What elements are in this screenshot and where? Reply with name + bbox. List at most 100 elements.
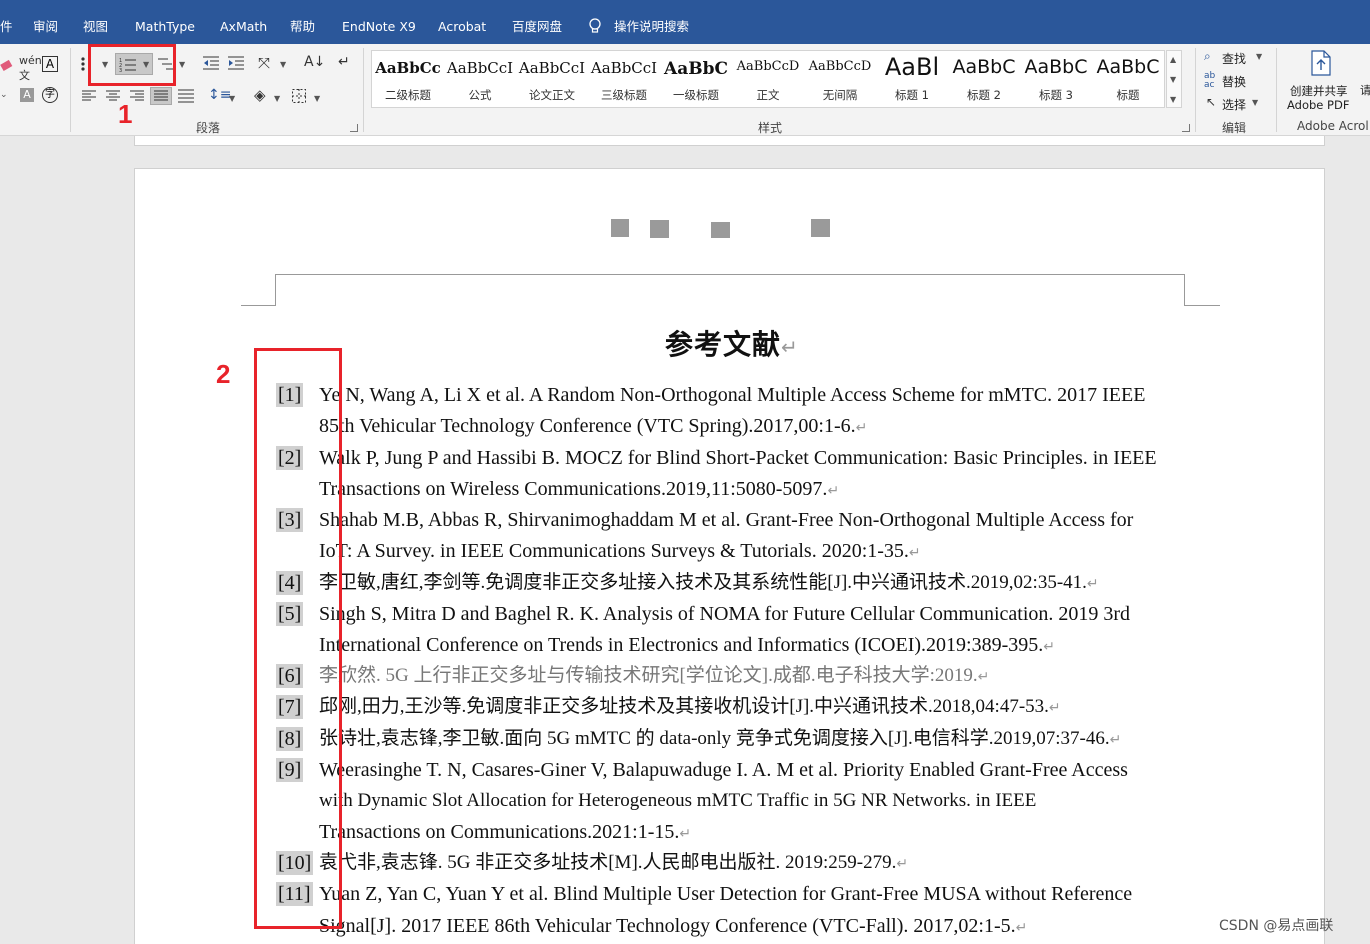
- style-item[interactable]: AaBbCcI 公式: [444, 51, 516, 107]
- pdf-share-icon: [1311, 50, 1331, 76]
- styles-launcher-icon[interactable]: [1182, 124, 1190, 132]
- menu-view[interactable]: 视图: [83, 19, 108, 35]
- ref-line: Walk P, Jung P and Hassibi B. MOCZ for B…: [319, 447, 1157, 469]
- search-icon: ⌕: [1204, 49, 1211, 63]
- adobe-group-label: Adobe Acrol: [1297, 119, 1369, 133]
- show-marks-icon[interactable]: ↵: [338, 54, 350, 70]
- ref-line: 邱刚,田力,王沙等.免调度非正交多址技术及其接收机设计[J].中兴通讯技术.20…: [319, 696, 1061, 717]
- menu-review[interactable]: 审阅: [33, 19, 58, 35]
- phonetic-guide-icon[interactable]: wén 文: [19, 54, 42, 83]
- adobe-button-line1: 创建并共享: [1290, 84, 1348, 98]
- multilevel-dropdown-icon[interactable]: ▼: [179, 60, 185, 69]
- ref-line: Transactions on Wireless Communications.…: [319, 478, 840, 500]
- cursor-arrow-icon: ↖: [1206, 95, 1217, 109]
- replace-icon: ab ac: [1204, 71, 1216, 90]
- shading-bucket-icon[interactable]: ◈: [254, 86, 266, 104]
- char-border-icon[interactable]: A: [42, 56, 58, 72]
- ref-line: Yuan Z, Yan C, Yuan Y et al. Blind Multi…: [319, 883, 1133, 905]
- style-item[interactable]: AaBbCcD 无间隔: [804, 51, 876, 107]
- increase-indent-icon[interactable]: [228, 56, 244, 70]
- previous-page-edge: [134, 136, 1325, 146]
- sort-icon[interactable]: A↓: [304, 54, 325, 70]
- header-line: [1184, 274, 1185, 306]
- style-item[interactable]: AaBbCcI 三级标题: [588, 51, 660, 107]
- style-item[interactable]: AaBbC 标题: [1092, 51, 1164, 107]
- header-line: [1184, 305, 1220, 306]
- enclose-char-icon[interactable]: 字: [42, 87, 58, 103]
- distributed-icon[interactable]: [178, 89, 194, 103]
- style-item[interactable]: AaBbC 一级标题: [660, 51, 732, 107]
- ref-line: Weerasinghe T. N, Casares-Giner V, Balap…: [319, 759, 1128, 781]
- find-button[interactable]: ⌕ 查找 ▼: [1204, 49, 1274, 67]
- header-line: [275, 274, 1184, 275]
- menu-acrobat[interactable]: Acrobat: [438, 19, 486, 35]
- style-item[interactable]: AaBbC 标题 3: [1020, 51, 1092, 107]
- line-spacing-icon[interactable]: ↕≡: [208, 87, 231, 103]
- chinese-layout-dropdown-icon[interactable]: ▼: [280, 60, 286, 69]
- ref-line: IoT: A Survey. in IEEE Communications Su…: [319, 540, 921, 562]
- menu-endnote[interactable]: EndNote X9: [342, 19, 416, 35]
- shading-dropdown-icon[interactable]: ▼: [274, 94, 280, 103]
- redacted-header-block: [811, 219, 830, 237]
- ref-line: 李欣然. 5G 上行非正交多址与传输技术研究[学位论文].成都.电子科技大学:2…: [319, 665, 990, 686]
- scroll-down-icon[interactable]: ▼: [1170, 75, 1176, 84]
- menu-edge-fragment[interactable]: 件: [0, 19, 13, 35]
- adobe-cutoff-char: 请: [1360, 84, 1370, 97]
- group-separator: [1195, 48, 1196, 132]
- group-separator: [70, 48, 71, 132]
- references-title: 参考文献↵: [665, 323, 799, 363]
- replace-button[interactable]: ab ac 替换: [1204, 72, 1274, 90]
- tell-me-search[interactable]: 操作说明搜索: [614, 19, 689, 35]
- ref-line: Singh S, Mitra D and Baghel R. K. Analys…: [319, 603, 1131, 625]
- paragraph-group-label: 段落: [196, 121, 221, 135]
- ref-line: 85th Vehicular Technology Conference (VT…: [319, 415, 868, 437]
- borders-dropdown-icon[interactable]: ▼: [314, 94, 320, 103]
- style-item[interactable]: AaBbC 标题 2: [948, 51, 1020, 107]
- align-left-icon[interactable]: [82, 90, 96, 102]
- redacted-header-block: [650, 220, 669, 238]
- menu-help[interactable]: 帮助: [290, 19, 315, 35]
- menu-mathtype[interactable]: MathType: [135, 19, 195, 35]
- line-spacing-dropdown-icon[interactable]: ▼: [229, 94, 235, 103]
- justify-icon: [154, 90, 168, 101]
- annotation-label-2: 2: [216, 359, 231, 389]
- borders-icon[interactable]: [292, 89, 306, 103]
- editing-group-label: 编辑: [1222, 121, 1247, 135]
- ribbon: wén 文 A ⌄ A 字 ▼ 1 2 3 ▼ ▼ ⤧ ▼ A↓ ↵ ↕≡ ▼ …: [0, 44, 1370, 136]
- menu-baidu[interactable]: 百度网盘: [512, 19, 562, 35]
- style-item[interactable]: AaBbCcD 正文: [732, 51, 804, 107]
- lightbulb-icon: [589, 18, 601, 33]
- replace-label: 替换: [1222, 75, 1247, 89]
- header-line: [275, 274, 276, 306]
- gallery-scrollbar[interactable]: ▲ ▼ ▼: [1166, 50, 1182, 108]
- create-adobe-pdf-button[interactable]: 创建并共享 Adobe PDF: [1284, 48, 1358, 114]
- select-label: 选择: [1222, 98, 1247, 112]
- justify-button[interactable]: [150, 87, 172, 105]
- chinese-layout-icon[interactable]: ⤧: [258, 54, 270, 72]
- ref-line: Ye N, Wang A, Li X et al. A Random Non-O…: [319, 384, 1146, 406]
- scroll-up-icon[interactable]: ▲: [1170, 55, 1176, 64]
- style-item[interactable]: AaBbCc 二级标题: [372, 51, 444, 107]
- annotation-box-1: [88, 44, 176, 86]
- paragraph-launcher-icon[interactable]: [350, 124, 358, 132]
- menu-axmath[interactable]: AxMath: [220, 19, 267, 35]
- gallery-expand-icon[interactable]: ▼: [1170, 95, 1176, 104]
- char-shading-icon[interactable]: A: [20, 88, 34, 102]
- document-area: 参考文献↵ [1] Ye N, Wang A, Li X et al. A Ra…: [0, 136, 1370, 944]
- annotation-label-1: 1: [118, 99, 133, 129]
- select-button[interactable]: ↖ 选择 ▼: [1204, 95, 1274, 113]
- style-item[interactable]: AaBbCcI 论文正文: [516, 51, 588, 107]
- styles-gallery: AaBbCc 二级标题 AaBbCcI 公式 AaBbCcI 论文正文 AaBbCcI…: [371, 50, 1165, 108]
- style-item[interactable]: AaBl 标题 1: [876, 51, 948, 107]
- eraser-icon[interactable]: [0, 58, 14, 72]
- group-separator: [1276, 48, 1277, 132]
- ref-line: with Dynamic Slot Allocation for Heterog…: [319, 790, 1037, 811]
- adobe-button-line2: Adobe PDF: [1287, 98, 1350, 112]
- ref-line: International Conference on Trends in El…: [319, 634, 1055, 656]
- dropdown-arrow-icon[interactable]: ⌄: [0, 90, 8, 100]
- find-dropdown-icon: ▼: [1256, 52, 1263, 61]
- ref-line: 李卫敏,唐红,李剑等.免调度非正交多址接入技术及其系统性能[J].中兴通讯技术.…: [319, 572, 1099, 593]
- find-label: 查找: [1222, 52, 1247, 66]
- group-separator: [363, 48, 364, 132]
- decrease-indent-icon[interactable]: [203, 56, 219, 70]
